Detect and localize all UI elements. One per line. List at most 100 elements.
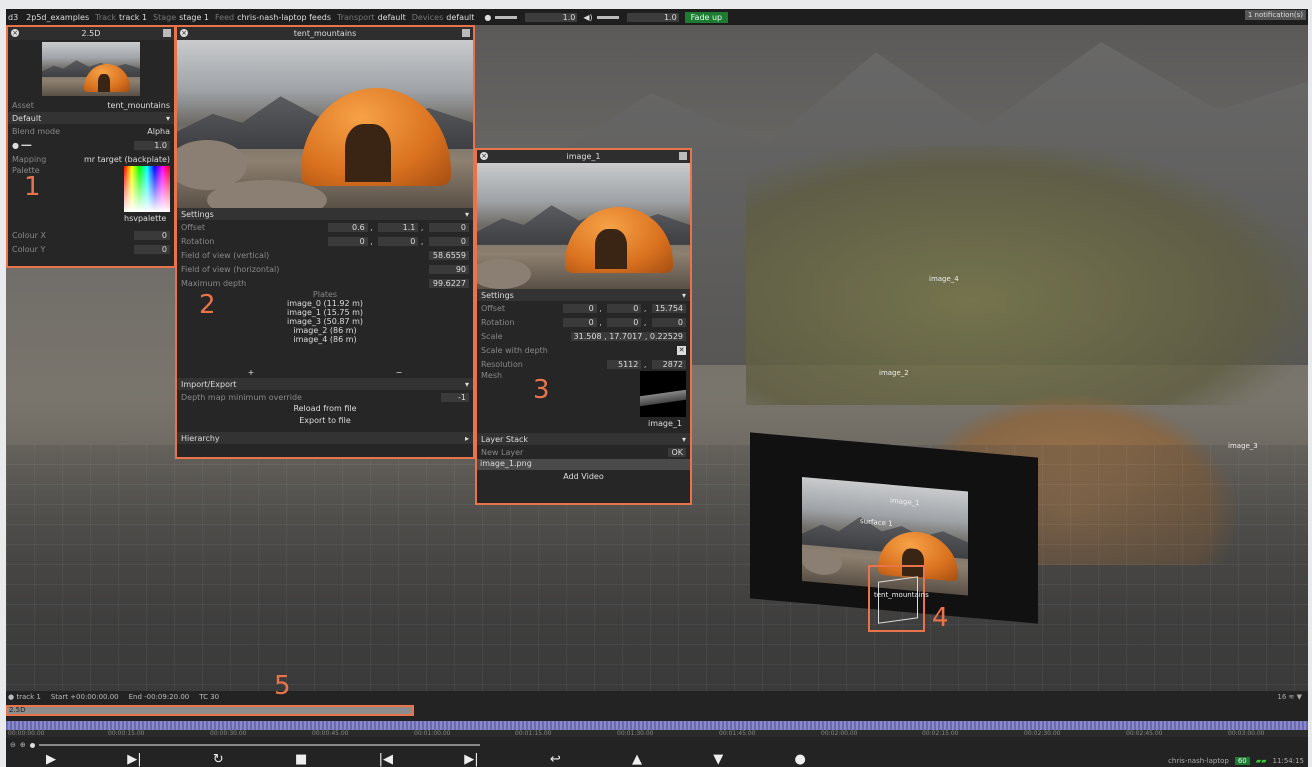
- up-icon[interactable]: ▲: [632, 752, 642, 767]
- tick-label: 00:02:00.00: [821, 730, 858, 737]
- panel-header: × tent_mountains: [177, 27, 473, 40]
- scale-field[interactable]: 31.508 , 17.7017 , 0.22529: [570, 331, 686, 341]
- skip-back-icon[interactable]: |◀: [379, 752, 393, 767]
- settings-section-header[interactable]: Settings ▾: [477, 289, 690, 301]
- max-depth-field[interactable]: 99.6227: [429, 278, 469, 288]
- blend-mode-value[interactable]: Alpha: [147, 127, 170, 136]
- close-icon[interactable]: ×: [180, 29, 188, 37]
- layer-item[interactable]: image_1.png: [477, 459, 690, 470]
- fov-vertical-field[interactable]: 58.6559: [429, 250, 469, 260]
- asset-thumbnail[interactable]: [42, 42, 140, 96]
- expand-icon: ▸: [464, 433, 469, 443]
- viewport-label[interactable]: image_3: [1228, 442, 1258, 450]
- offset-z-field[interactable]: 0: [429, 222, 469, 232]
- zoom-out-icon[interactable]: ⊖: [10, 741, 16, 749]
- rotation-x-field[interactable]: 0: [327, 236, 368, 246]
- fov-horizontal-field[interactable]: 90: [429, 264, 469, 274]
- offset-z-field[interactable]: 15.754: [652, 303, 686, 313]
- loop-icon[interactable]: ↻: [213, 752, 224, 767]
- export-to-file-button[interactable]: Export to file: [177, 416, 473, 428]
- menu-icon[interactable]: [462, 29, 470, 37]
- rotation-y-field[interactable]: 0: [607, 317, 642, 327]
- offset-x-field[interactable]: 0: [562, 303, 597, 313]
- selected-camera-gizmo[interactable]: tent_mountains: [868, 565, 929, 632]
- remove-plate-button[interactable]: −: [396, 368, 403, 378]
- viewport-label[interactable]: tent_mountains: [874, 591, 929, 599]
- colour-y-field[interactable]: 0: [134, 244, 170, 254]
- viewport-label[interactable]: image_4: [929, 275, 959, 283]
- project-name[interactable]: 2p5d_examples: [26, 13, 89, 22]
- menu-icon[interactable]: [679, 152, 687, 160]
- scale-with-depth-checkbox[interactable]: ✕: [677, 345, 686, 355]
- add-plate-button[interactable]: +: [248, 368, 255, 378]
- rotation-z-field[interactable]: 0: [652, 317, 686, 327]
- viewport-label[interactable]: image_2: [879, 369, 909, 377]
- fade-up-button[interactable]: Fade up: [684, 11, 729, 23]
- timeline-right-controls[interactable]: 16 ≋ ▼: [1277, 693, 1302, 701]
- app-name[interactable]: d3: [8, 13, 18, 22]
- timecode: TC 30: [199, 692, 220, 701]
- stage-value[interactable]: stage 1: [179, 13, 209, 22]
- track-name[interactable]: ● track 1: [8, 693, 41, 701]
- brightness-field[interactable]: 1.0: [134, 140, 170, 150]
- new-layer-ok-button[interactable]: OK: [668, 447, 686, 457]
- colour-x-field[interactable]: 0: [134, 230, 170, 240]
- palette-swatch[interactable]: [124, 166, 170, 212]
- mesh-thumbnail[interactable]: [640, 371, 686, 417]
- notifications-button[interactable]: 1 notification(s): [1244, 10, 1306, 20]
- offset-y-field[interactable]: 1.1: [378, 222, 419, 232]
- timeline-tick-labels: 00:00:00.00 00:00:15.00 00:00:30.00 00:0…: [6, 730, 1308, 737]
- volume-slider[interactable]: [596, 15, 619, 19]
- zoom-handle[interactable]: [29, 742, 35, 748]
- transport-value[interactable]: default: [378, 13, 406, 22]
- resolution-w-field[interactable]: 5112: [607, 359, 642, 369]
- plate-item[interactable]: image_4 (86 m): [177, 335, 473, 344]
- scale-with-depth-label: Scale with depth: [481, 345, 548, 355]
- down-icon[interactable]: ▼: [713, 752, 723, 767]
- rotation-z-field[interactable]: 0: [429, 236, 469, 246]
- rotation-x-field[interactable]: 0: [562, 317, 597, 327]
- offset-x-field[interactable]: 0.6: [327, 222, 368, 232]
- reload-from-file-button[interactable]: Reload from file: [177, 404, 473, 416]
- asset-value[interactable]: tent_mountains: [107, 101, 170, 110]
- feed-value[interactable]: chris-nash-laptop feeds: [237, 13, 331, 22]
- plate-item[interactable]: image_3 (50.87 m): [177, 317, 473, 326]
- hierarchy-section-header[interactable]: Hierarchy ▸: [177, 432, 473, 444]
- depth-override-field[interactable]: -1: [441, 392, 469, 402]
- play-icon[interactable]: ▶: [46, 752, 56, 767]
- mapping-value[interactable]: mr target (backplate): [84, 155, 170, 164]
- layer-stack-section-header[interactable]: Layer Stack ▾: [477, 433, 690, 445]
- brightness-slider-icon[interactable]: ● ━━: [12, 141, 31, 150]
- record-icon[interactable]: ●: [795, 752, 806, 767]
- play-section-icon[interactable]: ▶|: [127, 752, 141, 767]
- devices-value[interactable]: default: [446, 13, 474, 22]
- offset-y-field[interactable]: 0: [607, 303, 642, 313]
- layer-bar-2p5d[interactable]: 2.5D: [6, 705, 414, 716]
- plate-item[interactable]: image_1 (15.75 m): [177, 308, 473, 317]
- brightness-value[interactable]: 1.0: [525, 12, 578, 22]
- import-export-section-header[interactable]: Import/Export ▾: [177, 378, 473, 390]
- volume-value[interactable]: 1.0: [626, 12, 679, 22]
- close-icon[interactable]: ×: [11, 29, 19, 37]
- return-icon[interactable]: ↩: [550, 752, 561, 767]
- rotation-label: Rotation: [481, 317, 515, 327]
- rotation-y-field[interactable]: 0: [378, 236, 419, 246]
- skip-forward-icon[interactable]: ▶|: [464, 752, 478, 767]
- plate-item[interactable]: image_0 (11.92 m): [177, 299, 473, 308]
- panel-header: × image_1: [477, 150, 690, 163]
- d3-app-window: image_4 image_2 image_3 image_1 surface …: [6, 9, 1308, 767]
- plate-item[interactable]: image_2 (86 m): [177, 326, 473, 335]
- default-section-header[interactable]: Default ▾: [8, 112, 174, 124]
- close-icon[interactable]: ×: [480, 152, 488, 160]
- track-value[interactable]: track 1: [119, 13, 147, 22]
- resolution-h-field[interactable]: 2872: [652, 359, 686, 369]
- menu-icon[interactable]: [163, 29, 171, 37]
- brightness-slider[interactable]: [495, 15, 518, 19]
- track-key: Track: [95, 12, 117, 22]
- stop-icon[interactable]: ■: [295, 752, 307, 767]
- zoom-in-icon[interactable]: ⊕: [20, 741, 26, 749]
- feed-key: Feed: [215, 12, 235, 22]
- zoom-slider[interactable]: [38, 744, 480, 746]
- add-video-button[interactable]: Add Video: [477, 472, 690, 484]
- settings-section-header[interactable]: Settings ▾: [177, 208, 473, 220]
